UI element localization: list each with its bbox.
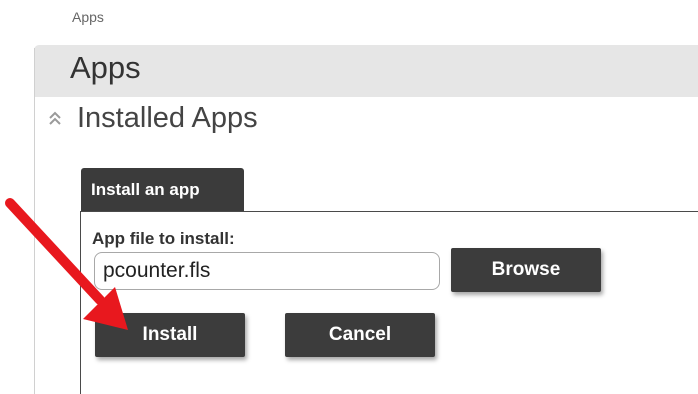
tab-install-an-app[interactable]: Install an app <box>81 168 244 212</box>
app-file-input[interactable] <box>94 252 440 290</box>
double-chevron-up-icon <box>44 106 66 130</box>
content-left-border <box>34 48 35 394</box>
app-page: Apps Apps Installed Apps Install an app … <box>0 0 698 394</box>
browse-button[interactable]: Browse <box>451 248 601 292</box>
breadcrumb[interactable]: Apps <box>72 9 104 25</box>
page-title: Apps <box>70 50 141 85</box>
cancel-button[interactable]: Cancel <box>285 313 435 357</box>
section-title: Installed Apps <box>77 102 258 134</box>
app-file-label: App file to install: <box>92 229 235 248</box>
installed-apps-toggle[interactable]: Installed Apps <box>44 100 304 136</box>
install-button[interactable]: Install <box>95 313 245 357</box>
